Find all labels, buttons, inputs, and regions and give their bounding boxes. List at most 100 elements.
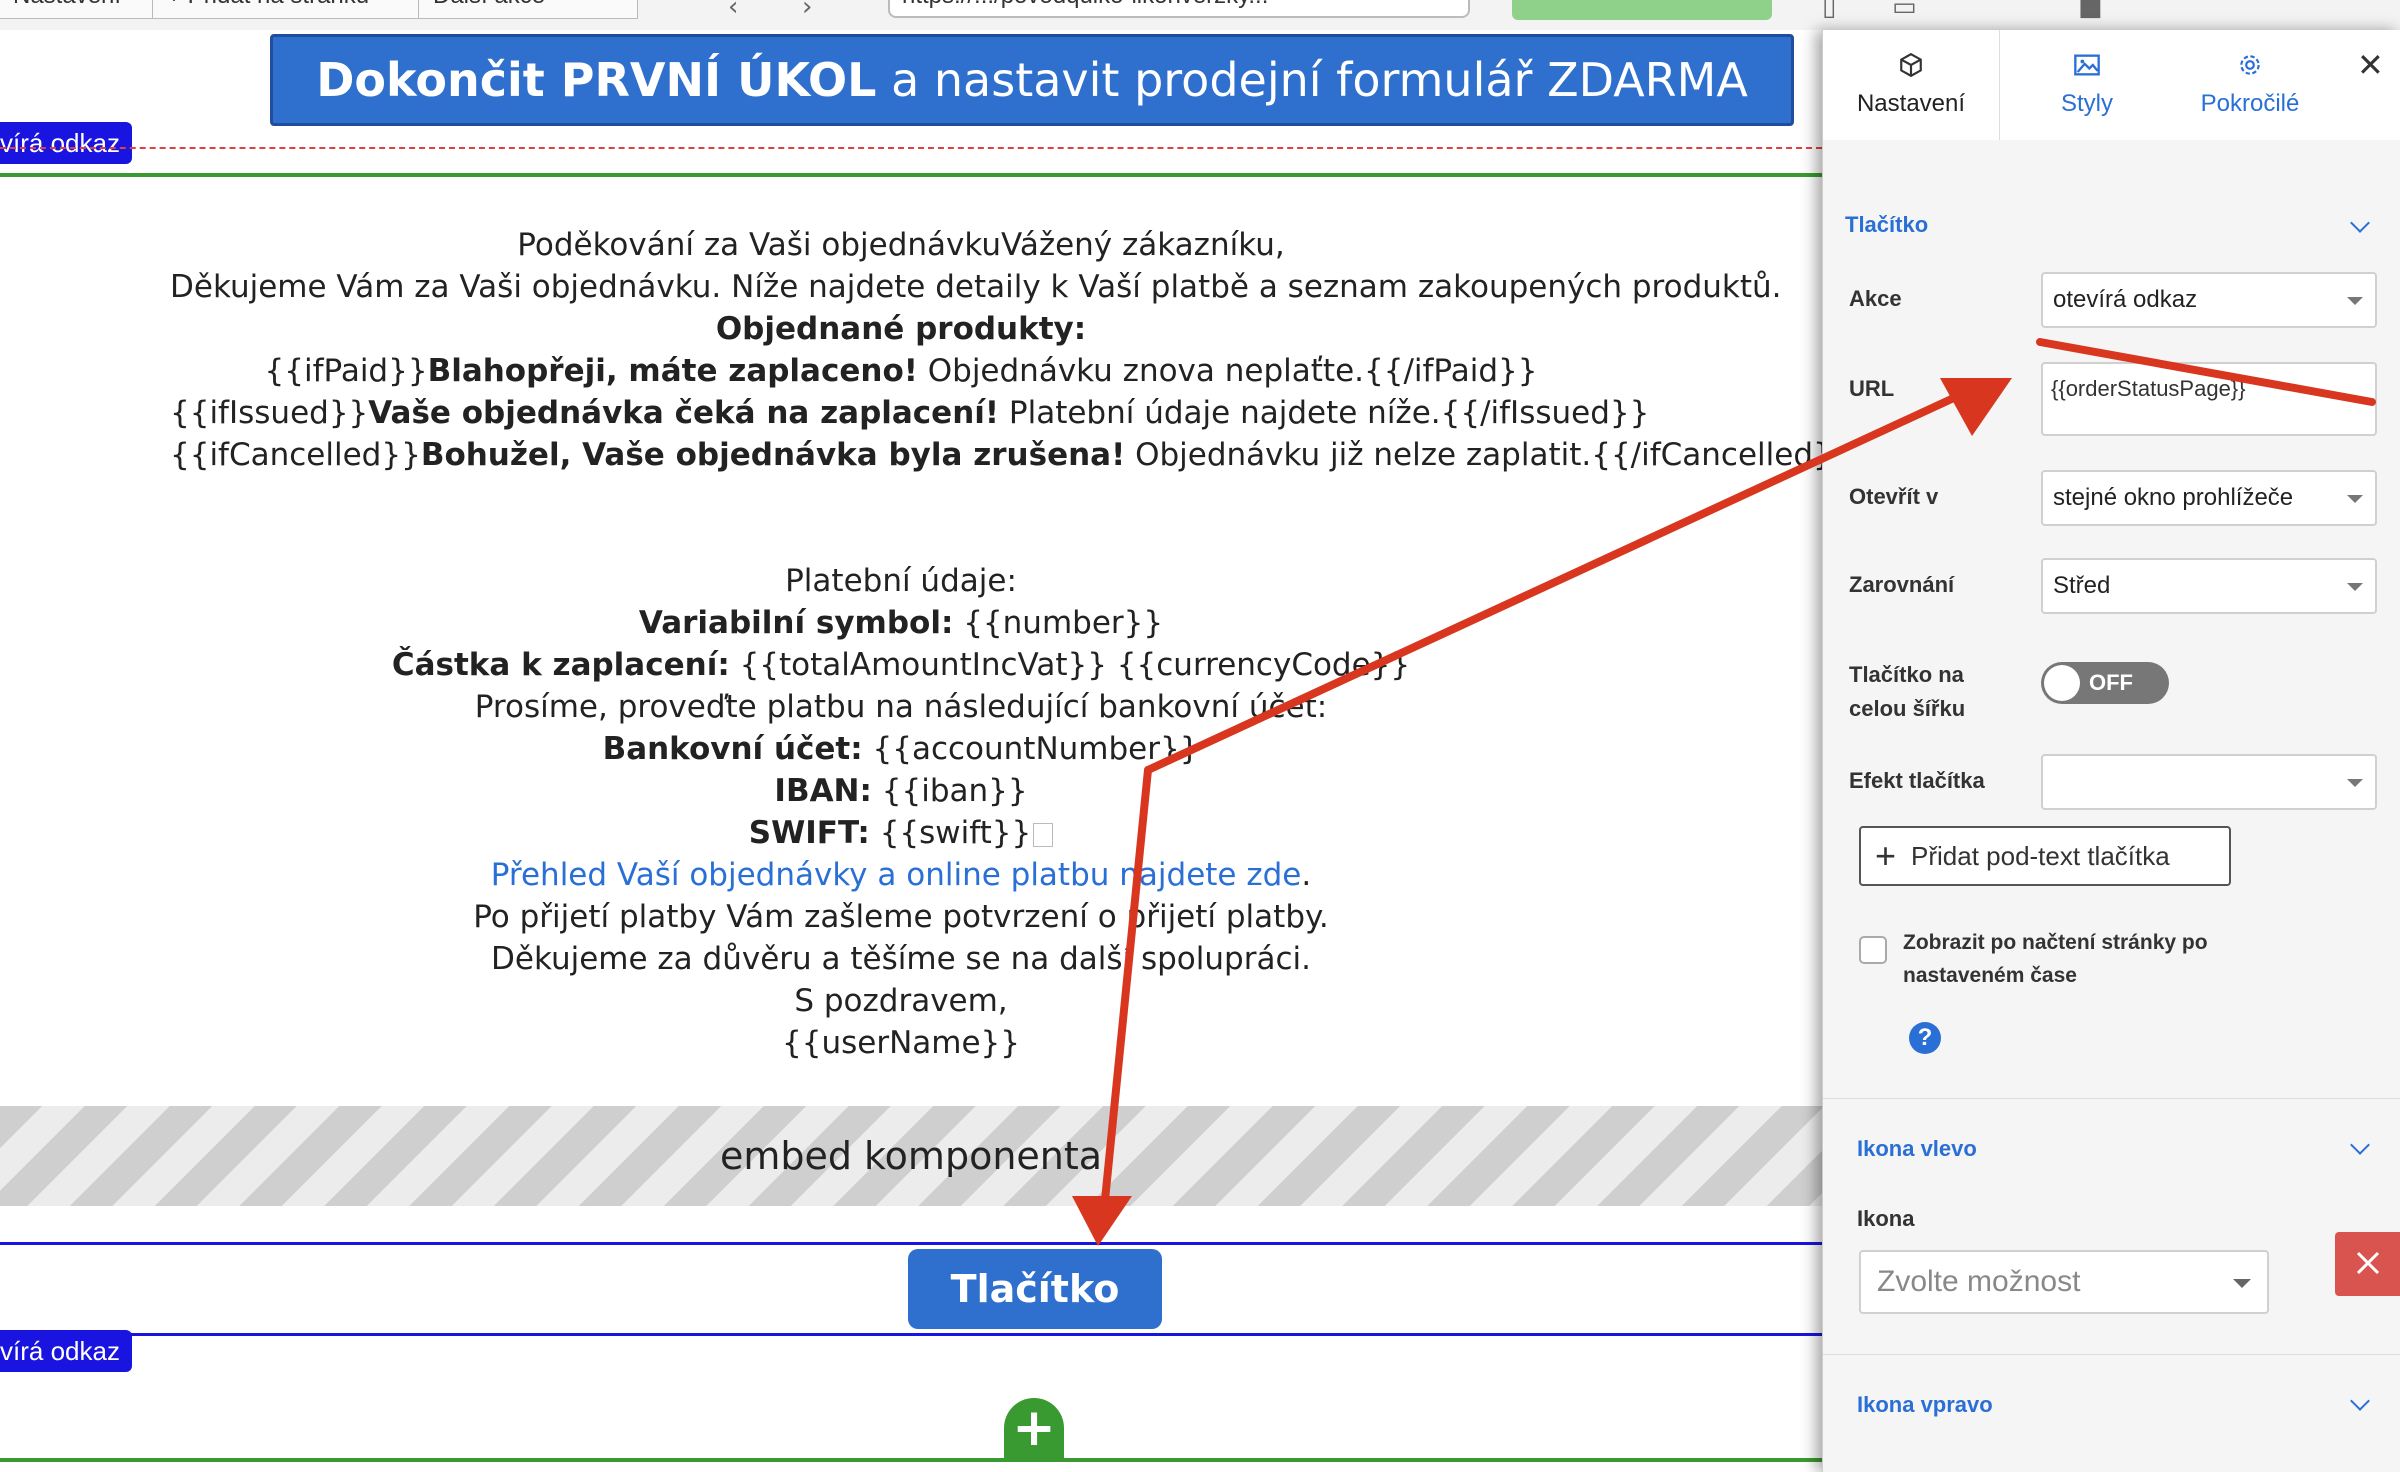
monitor-icon[interactable]: ▭ xyxy=(1892,0,1917,22)
panel-tabs: Nastavení Styly Pokročilé ✕ xyxy=(1823,30,2400,141)
text-line: Děkujeme za důvěru a těšíme se na další … xyxy=(491,941,1311,977)
text-line: Platební údaje: xyxy=(785,563,1017,599)
icon-select[interactable]: Zvolte možnost xyxy=(1859,1250,2269,1314)
url-field[interactable]: {{orderStatusPage}} xyxy=(2041,362,2377,436)
cta-button[interactable]: Tlačítko xyxy=(908,1249,1162,1329)
promo-banner[interactable]: Dokončit PRVNÍ ÚKOL a nastavit prodejní … xyxy=(270,34,1794,126)
green-toolbar-button[interactable] xyxy=(1512,0,1772,20)
text-line: IBAN: {{iban}} xyxy=(774,773,1028,809)
plus-icon: + xyxy=(1875,835,1897,876)
text-line: Po přijetí platby Vám zašleme potvrzení … xyxy=(473,899,1329,935)
banner-text: a nastavit prodejní formulář ZDARMA xyxy=(876,53,1748,107)
toggle-knob xyxy=(2044,665,2080,701)
button-border-bottom xyxy=(0,1333,1822,1336)
add-section-button[interactable]: + xyxy=(1004,1398,1064,1458)
action-select[interactable]: otevírá odkaz xyxy=(2041,272,2377,328)
text-line: Poděkování za Vaši objednávkuVážený záka… xyxy=(517,227,1285,263)
forward-icon[interactable]: › xyxy=(802,0,812,22)
button-effect-select[interactable] xyxy=(2041,754,2377,810)
device-icon[interactable]: ▯ xyxy=(1822,0,1836,22)
embed-label: embed komponenta xyxy=(719,1134,1103,1178)
close-icon xyxy=(2356,1251,2380,1275)
address-bar[interactable]: https://.../povodquiko-likonverzky... xyxy=(888,0,1470,18)
text-line: SWIFT: {{swift}} xyxy=(170,812,1632,854)
text-line: {{ifPaid}}Blahopřeji, máte zaplaceno! Ob… xyxy=(264,353,1538,389)
delete-icon-button[interactable] xyxy=(2335,1232,2400,1296)
text-line: Prosíme, proveďte platbu na následující … xyxy=(474,689,1328,725)
section-title-button[interactable]: Tlačítko xyxy=(1845,212,1928,238)
browser-toolbar: Nastavení + Přidat na stránku Další akce… xyxy=(0,0,2400,31)
user-icon[interactable]: ■ xyxy=(2078,0,2103,22)
element-tag-top[interactable]: vírá odkaz xyxy=(0,122,132,164)
text-line: Částka k zaplacení: {{totalAmountIncVat}… xyxy=(391,647,1411,683)
icon-label: Ikona xyxy=(1857,1206,1915,1231)
text-line: Děkujeme Vám za Vaši objednávku. Níže na… xyxy=(170,269,1782,305)
chevron-down-icon[interactable] xyxy=(2350,1391,2370,1411)
section-border-bottom xyxy=(0,1458,1822,1462)
show-after-time-label: Zobrazit po načtení stránky po nastavené… xyxy=(1903,931,2208,987)
action-value: otevírá odkaz xyxy=(2053,286,2198,313)
caret-down-icon xyxy=(2347,297,2363,305)
alignment-value: Střed xyxy=(2053,572,2111,599)
show-after-time-checkbox[interactable] xyxy=(1859,936,1887,964)
button-effect-label: Efekt tlačítka xyxy=(1849,768,1985,793)
caret-down-icon xyxy=(2233,1279,2251,1288)
caret-down-icon xyxy=(2347,495,2363,503)
action-label: Akce xyxy=(1849,286,1902,311)
browser-tab-more-actions[interactable]: Další akce xyxy=(418,0,638,19)
text-line: Přehled Vaší objednávky a online platbu … xyxy=(490,857,1312,893)
browser-tab-add-page[interactable]: + Přidat na stránku xyxy=(152,0,444,19)
add-subtext-label: Přidat pod-text tlačítka xyxy=(1911,841,2170,871)
alignment-label: Zarovnání xyxy=(1849,572,1955,597)
full-width-label: Tlačítko na celou šířku xyxy=(1849,662,1966,721)
broken-image-icon xyxy=(1033,822,1054,847)
tab-advanced-label: Pokročilé xyxy=(2200,90,2300,117)
icon-select-placeholder: Zvolte možnost xyxy=(1877,1265,2081,1298)
chevron-down-icon[interactable] xyxy=(2350,213,2370,233)
editor-canvas: Dokončit PRVNÍ ÚKOL a nastavit prodejní … xyxy=(0,30,1822,1472)
full-width-toggle[interactable]: OFF xyxy=(2041,662,2169,704)
chevron-down-icon[interactable] xyxy=(2350,1135,2370,1155)
text-line: {{ifCancelled}}Bohužel, Vaše objednávka … xyxy=(170,437,1822,473)
text-line: Objednané produkty: xyxy=(715,311,1087,347)
tab-settings[interactable]: Nastavení xyxy=(1823,30,2000,140)
divider xyxy=(1823,1098,2400,1099)
caret-down-icon xyxy=(2347,583,2363,591)
open-in-value: stejné okno prohlížeče xyxy=(2053,484,2294,511)
text-line: Variabilní symbol: {{number}} xyxy=(638,605,1164,641)
help-icon[interactable]: ? xyxy=(1909,1022,1941,1054)
button-border-top xyxy=(0,1242,1822,1245)
url-label: URL xyxy=(1849,376,1895,401)
text-line: S pozdravem, xyxy=(794,983,1008,1019)
section-title-icon-left[interactable]: Ikona vlevo xyxy=(1857,1136,1977,1162)
email-body-text[interactable]: Poděkování za Vaši objednávkuVážený záka… xyxy=(170,224,1822,1064)
gear-icon xyxy=(2175,52,2325,80)
embed-component[interactable]: embed komponenta xyxy=(0,1106,1822,1206)
add-subtext-button[interactable]: + Přidat pod-text tlačítka xyxy=(1859,826,2231,886)
dashed-guide xyxy=(0,147,1822,149)
back-icon[interactable]: ‹ xyxy=(728,0,738,22)
settings-panel: Nastavení Styly Pokročilé ✕ Tlačítko Akc… xyxy=(1822,30,2400,1472)
cube-icon xyxy=(1823,52,1999,80)
section-border-top xyxy=(0,173,1822,177)
alignment-select[interactable]: Střed xyxy=(2041,558,2377,614)
text-line: {{ifIssued}}Vaše objednávka čeká na zapl… xyxy=(170,395,1650,431)
text-line: {{userName}} xyxy=(782,1025,1020,1061)
order-overview-link[interactable]: Přehled Vaší objednávky a online platbu … xyxy=(491,857,1302,893)
text-line: Bankovní účet: {{accountNumber}} xyxy=(602,731,1200,767)
divider xyxy=(1823,1354,2400,1355)
toggle-state: OFF xyxy=(2089,670,2133,695)
tab-advanced[interactable]: Pokročilé xyxy=(2175,30,2325,140)
image-icon xyxy=(1999,52,2175,80)
panel-body: Tlačítko Akce otevírá odkaz URL {{orderS… xyxy=(1823,140,2400,1472)
tab-styles-label: Styly xyxy=(2060,90,2113,117)
section-title-icon-right[interactable]: Ikona vpravo xyxy=(1857,1392,1993,1418)
tab-styles[interactable]: Styly xyxy=(1999,30,2175,140)
tab-settings-label: Nastavení xyxy=(1856,90,1966,117)
caret-down-icon xyxy=(2347,779,2363,787)
close-icon[interactable]: ✕ xyxy=(2357,46,2384,84)
element-tag-bottom[interactable]: vírá odkaz xyxy=(0,1330,132,1372)
open-in-select[interactable]: stejné okno prohlížeče xyxy=(2041,470,2377,526)
banner-bold-text: Dokončit PRVNÍ ÚKOL xyxy=(316,53,877,107)
open-in-label: Otevřít v xyxy=(1849,484,1939,509)
